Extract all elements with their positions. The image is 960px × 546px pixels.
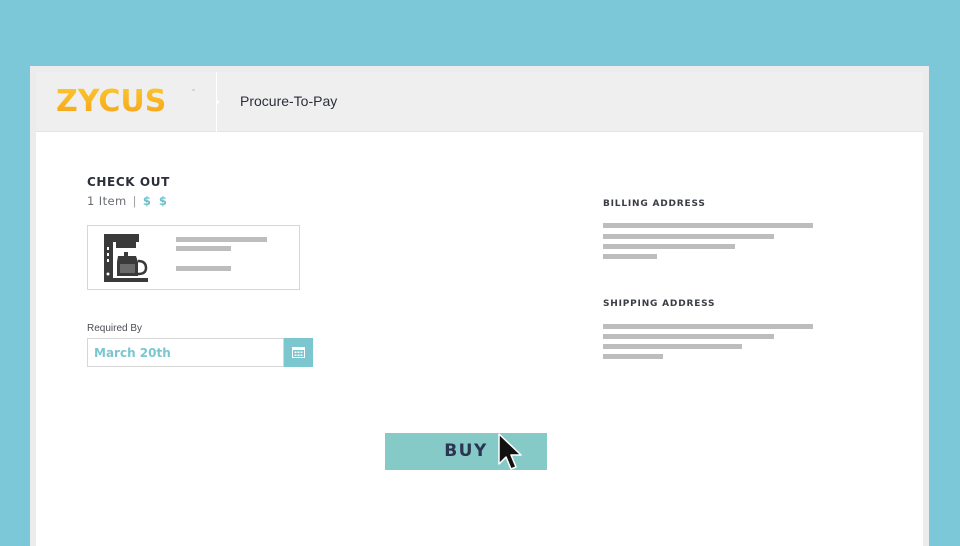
shipping-address-line: [603, 344, 742, 349]
cart-item-card[interactable]: [87, 225, 300, 290]
billing-address-line: [603, 223, 813, 228]
zycus-logo[interactable]: ZYCUS: [56, 84, 166, 119]
shipping-address-title: SHIPPING ADDRESS: [603, 299, 716, 309]
app-title: Procure-To-Pay: [240, 93, 338, 109]
required-by-date-input[interactable]: March 20th: [87, 338, 284, 367]
calendar-icon: [292, 347, 305, 358]
checkout-title: CHECK OUT: [87, 175, 170, 189]
item-price-placeholder: [176, 266, 231, 271]
billing-address-line: [603, 254, 657, 259]
checkout-summary: 1 Item | $ $: [87, 194, 169, 208]
item-name-placeholder: [176, 237, 267, 242]
shipping-address-line: [603, 324, 813, 329]
required-by-label: Required By: [87, 323, 143, 334]
item-detail-placeholder: [176, 246, 231, 251]
shipping-address-line: [603, 334, 774, 339]
billing-address-line: [603, 244, 735, 249]
coffee-maker-icon: [104, 234, 148, 282]
item-count: 1 Item: [87, 194, 127, 208]
app-window: ZYCUS ™ Procure-To-Pay CHECK OUT 1 Item |…: [30, 66, 929, 546]
summary-separator: |: [132, 194, 137, 208]
shipping-address-line: [603, 354, 663, 359]
billing-address-line: [603, 234, 774, 239]
header-divider-arrow: [216, 99, 220, 105]
mouse-pointer-icon: [498, 433, 522, 470]
billing-address-title: BILLING ADDRESS: [603, 199, 706, 209]
calendar-button[interactable]: [284, 338, 313, 367]
price-indicator: $ $: [142, 194, 169, 208]
app-header: ZYCUS ™ Procure-To-Pay: [36, 72, 923, 132]
logo-trademark: ™: [191, 89, 196, 95]
